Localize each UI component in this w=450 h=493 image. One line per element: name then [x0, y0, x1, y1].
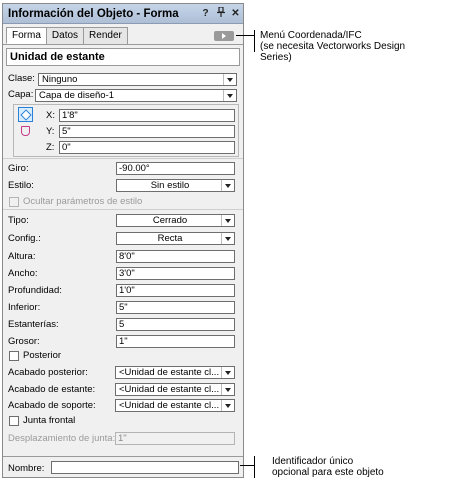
giro-field[interactable]: -90.00°: [116, 162, 235, 175]
inferior-field[interactable]: 5": [116, 301, 235, 314]
acabado-soporte-value: <Unidad de estante cl...: [119, 400, 220, 411]
help-button[interactable]: ?: [198, 8, 213, 19]
clase-select[interactable]: Ninguno: [38, 73, 237, 86]
nombre-field[interactable]: [51, 461, 239, 474]
config-select[interactable]: Recta: [116, 232, 235, 245]
estilo-value: Sin estilo: [150, 180, 190, 191]
z-label: Z:: [46, 142, 55, 153]
profundidad-label: Profundidad:: [8, 285, 62, 296]
capa-value: Capa de diseño-1: [39, 90, 114, 101]
desplazamiento-junta-label: Desplazamiento de junta:: [8, 433, 116, 444]
y-field[interactable]: 5": [59, 125, 235, 138]
chevron-down-icon: [221, 215, 234, 226]
object-info-palette: Información del Objeto - Forma ? ✕ Forma…: [2, 3, 244, 478]
ancho-field[interactable]: 3'0": [116, 267, 235, 280]
acabado-estante-value: <Unidad de estante cl...: [119, 384, 220, 395]
tab-forma[interactable]: Forma: [6, 27, 47, 44]
menu-annotation: Menú Coordenada/IFC (se necesita Vectorw…: [260, 30, 405, 63]
name-callout-bracket: [254, 456, 255, 478]
ocultar-parametros-checkbox[interactable]: [9, 197, 19, 207]
name-annotation-line-1: Identificador único: [272, 456, 354, 467]
object-type-title: Unidad de estante: [6, 48, 240, 66]
junta-frontal-checkbox[interactable]: [9, 416, 19, 426]
tab-render[interactable]: Render: [83, 27, 128, 44]
chevron-down-icon: [221, 384, 234, 395]
palette-titlebar[interactable]: Información del Objeto - Forma ? ✕: [3, 4, 243, 24]
name-annotation-line-2: opcional para este objeto: [272, 467, 384, 478]
palette-title: Información del Objeto - Forma: [8, 7, 179, 20]
tipo-value: Cerrado: [152, 215, 188, 226]
acabado-soporte-label: Acabado de soporte:: [8, 400, 96, 411]
config-label: Config.:: [8, 233, 41, 244]
desplazamiento-junta-field[interactable]: 1": [115, 432, 235, 445]
estanterias-field[interactable]: 5: [116, 318, 235, 331]
profundidad-field[interactable]: 1'0": [116, 284, 235, 297]
giro-label: Giro:: [8, 163, 29, 174]
x-label: X:: [46, 110, 55, 121]
name-divider: [3, 456, 243, 457]
altura-field[interactable]: 8'0": [116, 250, 235, 263]
divider: [3, 158, 243, 159]
z-reference-icon[interactable]: [21, 126, 30, 136]
tipo-select[interactable]: Cerrado: [116, 214, 235, 227]
posterior-label: Posterior: [23, 350, 62, 361]
grosor-field[interactable]: 1": [116, 335, 235, 348]
menu-callout-line: [236, 35, 254, 36]
tab-divider: [3, 44, 243, 45]
tab-datos[interactable]: Datos: [45, 27, 85, 44]
pin-button[interactable]: [213, 6, 228, 20]
chevron-down-icon: [223, 74, 236, 85]
acabado-posterior-select[interactable]: <Unidad de estante cl...: [115, 366, 235, 379]
chevron-down-icon: [221, 400, 234, 411]
chevron-down-icon: [221, 233, 234, 244]
capa-label: Capa:: [8, 89, 34, 100]
tipo-label: Tipo:: [8, 215, 29, 226]
pin-icon: [216, 6, 225, 17]
posterior-checkbox[interactable]: [9, 351, 19, 361]
acabado-soporte-select[interactable]: <Unidad de estante cl...: [115, 399, 235, 412]
ancho-label: Ancho:: [8, 268, 38, 279]
menu-annotation-line-2: (se necesita Vectorworks Design: [260, 41, 406, 52]
grosor-label: Grosor:: [8, 336, 40, 347]
name-callout-line: [240, 465, 254, 466]
acabado-posterior-value: <Unidad de estante cl...: [119, 367, 220, 378]
estilo-select[interactable]: Sin estilo: [116, 179, 235, 192]
junta-frontal-label: Junta frontal: [23, 415, 76, 426]
close-button[interactable]: ✕: [228, 8, 243, 19]
menu-annotation-line-1: Menú Coordenada/IFC: [260, 30, 362, 41]
name-annotation: Identificador único opcional para este o…: [272, 456, 384, 478]
clase-label: Clase:: [8, 73, 35, 84]
ocultar-parametros-label: Ocultar parámetros de estilo: [23, 196, 143, 207]
coordinate-ifc-menu-button[interactable]: [214, 31, 234, 41]
y-label: Y:: [46, 126, 55, 137]
z-field[interactable]: 0": [59, 141, 235, 154]
acabado-estante-select[interactable]: <Unidad de estante cl...: [115, 383, 235, 396]
config-value: Recta: [157, 233, 183, 244]
chevron-down-icon: [221, 367, 234, 378]
acabado-estante-label: Acabado de estante:: [8, 384, 96, 395]
altura-label: Altura:: [8, 251, 36, 262]
chevron-down-icon: [221, 180, 234, 191]
inferior-label: Inferior:: [8, 302, 41, 313]
divider: [3, 209, 243, 210]
clase-value: Ninguno: [42, 74, 78, 85]
capa-select[interactable]: Capa de diseño-1: [35, 89, 237, 102]
palette-tabs: Forma Datos Render: [6, 27, 128, 44]
acabado-posterior-label: Acabado posterior:: [8, 367, 88, 378]
nombre-label: Nombre:: [8, 463, 45, 474]
estanterias-label: Estanterías:: [8, 319, 59, 330]
x-field[interactable]: 1'8": [59, 109, 235, 122]
reference-point-icon[interactable]: [18, 107, 33, 122]
chevron-down-icon: [223, 90, 236, 101]
estilo-label: Estilo:: [8, 180, 34, 191]
menu-callout-bracket: [254, 30, 255, 52]
menu-annotation-line-3: Series): [260, 52, 292, 63]
